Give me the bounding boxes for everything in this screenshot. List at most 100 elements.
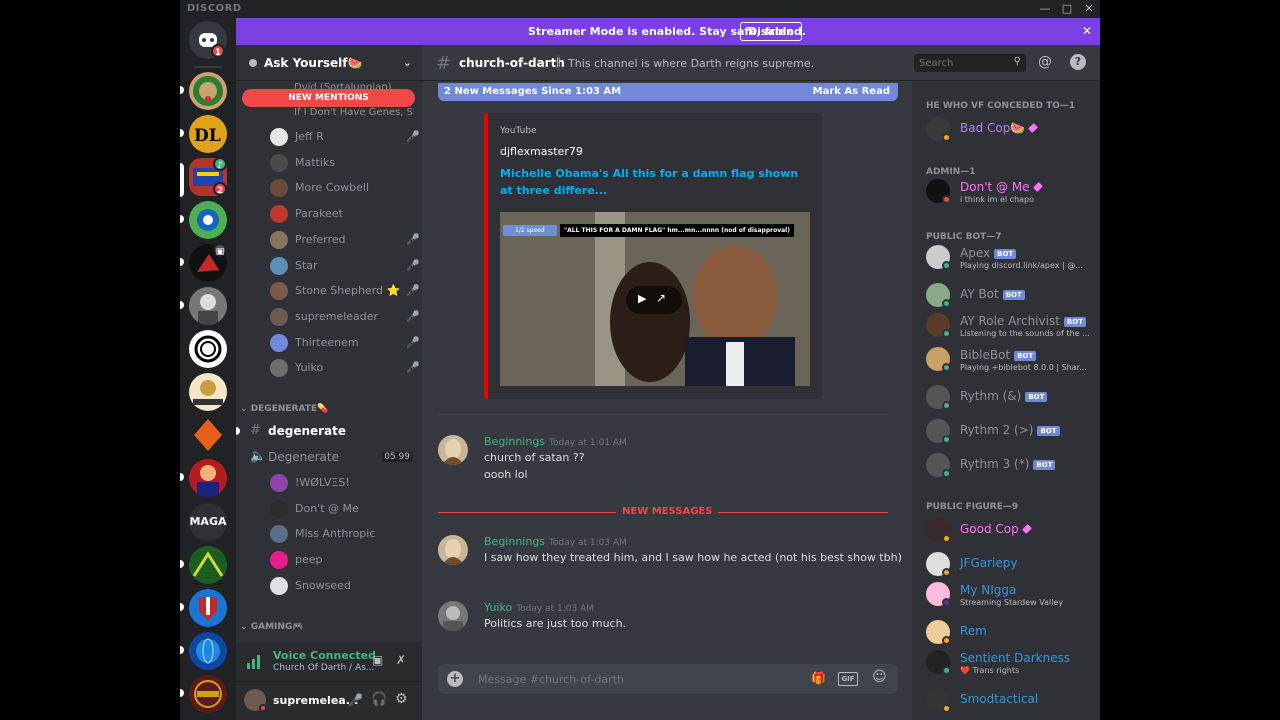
member-activity: ❤️ Trans rights	[960, 666, 1020, 675]
member-item[interactable]: Smodtactical	[926, 686, 1096, 718]
voice-user[interactable]: Yuiko 🎤	[270, 357, 420, 379]
avatar	[270, 256, 288, 275]
unread-pill	[180, 258, 184, 266]
member-item[interactable]: My NIgga Streaming Stardew Valley	[926, 580, 1096, 612]
screen-share-icon[interactable]: ▣	[372, 653, 383, 667]
play-controls[interactable]: ▶ ↗	[626, 286, 682, 314]
gif-button[interactable]: GIF	[838, 672, 858, 686]
search-box[interactable]: ⚲	[914, 54, 1026, 72]
voice-user[interactable]: Don't @ Me	[270, 498, 420, 520]
headphones-icon[interactable]: 🎧	[371, 692, 387, 707]
help-icon[interactable]: ?	[1070, 54, 1086, 70]
disable-button[interactable]: Disable	[740, 22, 802, 41]
server-dl[interactable]: DL	[189, 115, 227, 153]
emoji-icon[interactable]: ☺	[872, 669, 887, 685]
maximize-icon[interactable]: □	[1056, 0, 1078, 18]
member-item[interactable]: Good Cop	[926, 516, 1096, 548]
member-item[interactable]: AY Role Archivist BOT Listening to the sou…	[926, 311, 1096, 343]
voice-user[interactable]: Miss Anthropic	[270, 523, 420, 545]
server-c-logo[interactable]	[189, 330, 227, 368]
channel-topic[interactable]: This channel is where Darth reigns supre…	[568, 57, 814, 70]
member-item[interactable]: JFGariepy	[926, 550, 1096, 582]
server-shield[interactable]	[189, 589, 227, 627]
chevron-down-icon[interactable]: ⌄	[403, 56, 412, 69]
server-trump[interactable]	[189, 459, 227, 497]
mark-as-read-button[interactable]: Mark As Read	[813, 86, 890, 97]
play-icon[interactable]: ▶	[638, 292, 646, 305]
open-external-icon[interactable]: ↗	[656, 291, 666, 305]
close-banner-icon[interactable]: ✕	[1082, 24, 1092, 38]
signal-strength-icon[interactable]	[246, 652, 264, 670]
channel-label: Degenerate	[268, 450, 339, 464]
mute-mic-icon[interactable]: 🎤	[348, 693, 363, 707]
voice-user[interactable]: Mattiks	[270, 152, 420, 174]
voice-user[interactable]: Star 🎤	[270, 255, 420, 277]
server-spinevi[interactable]	[189, 373, 227, 411]
category-gaming[interactable]: ⌄ GAMING🎮	[240, 622, 303, 632]
member-item[interactable]: Rem	[926, 618, 1096, 650]
voice-user[interactable]: More Cowbell	[270, 177, 420, 199]
nitro-boost-icon	[1028, 123, 1039, 133]
voice-status[interactable]: Voice Connected	[273, 649, 376, 662]
new-messages-bar[interactable]: 2 New Messages Since 1:03 AM Mark As Rea…	[438, 83, 898, 101]
member-name: Smodtactical	[960, 692, 1038, 706]
embed-title-link[interactable]: Michelle Obama's All this for a damn fla…	[500, 165, 810, 199]
username[interactable]: supremelea...	[273, 694, 358, 707]
minimize-icon[interactable]: —	[1034, 0, 1056, 18]
voice-user[interactable]: Snowseed	[270, 575, 420, 597]
message-input[interactable]	[478, 670, 798, 688]
member-item[interactable]: Sentient Darkness ❤️ Trans rights	[926, 648, 1096, 680]
voice-user[interactable]: Stone Shepherd ⭐ 🎤	[270, 280, 420, 302]
server-crest[interactable]	[189, 201, 227, 239]
voice-user[interactable]: supremeleader 🎤	[270, 306, 420, 328]
member-item[interactable]: Bad Cop🍉	[926, 115, 1096, 147]
message-author[interactable]: Beginnings	[484, 535, 545, 548]
new-mentions-pill[interactable]: NEW MENTIONS	[242, 89, 415, 107]
member-item[interactable]: Rythm 3 (*) BOT	[926, 451, 1096, 483]
portrait-icon	[198, 294, 218, 325]
disconnect-icon[interactable]: ✗	[396, 653, 406, 667]
message-author[interactable]: Yuiko	[484, 601, 512, 614]
guild-header[interactable]: Ask Yourself🍉 ⌄	[236, 45, 422, 81]
voice-user[interactable]: Preferred 🎤	[270, 229, 420, 251]
mentions-icon[interactable]: @	[1038, 54, 1052, 70]
voice-user[interactable]: Jeff R 🎤	[270, 126, 420, 148]
member-item[interactable]: Apex BOT Playing discord.link/apex | @...	[926, 243, 1096, 275]
embed-provider[interactable]: YouTube	[500, 126, 537, 136]
message-author[interactable]: Beginnings	[484, 435, 545, 448]
server-green[interactable]	[189, 546, 227, 584]
member-item[interactable]: AY Bot BOT	[926, 281, 1096, 313]
voice-location[interactable]: Church Of Darth / As...	[273, 663, 374, 673]
server-globe[interactable]	[189, 632, 227, 670]
server-right[interactable]	[189, 675, 227, 713]
upload-plus-icon[interactable]: +	[447, 671, 463, 687]
settings-gear-icon[interactable]: ⚙	[395, 691, 408, 707]
avatar[interactable]	[438, 435, 468, 465]
search-input[interactable]	[919, 56, 1005, 70]
avatar	[270, 230, 288, 249]
embed-author[interactable]: djflexmaster79	[500, 145, 583, 158]
voice-user[interactable]: peep	[270, 549, 420, 571]
category-degenerate[interactable]: ⌄ DEGENERATE💊	[240, 404, 328, 414]
close-window-icon[interactable]: ✕	[1078, 0, 1100, 18]
voice-user-partial[interactable]: If I Don't Have Genes, St...	[294, 107, 414, 118]
voice-user[interactable]: Thirteenem 🎤	[270, 332, 420, 354]
member-item[interactable]: Rythm (&) BOT	[926, 383, 1096, 415]
avatar[interactable]	[438, 535, 468, 565]
nitro-boost-icon	[1032, 182, 1043, 192]
video-thumbnail[interactable]: 1/2 speed "ALL THIS FOR A DAMN FLAG" hm.…	[500, 212, 810, 386]
gift-icon[interactable]: 🎁	[811, 671, 826, 685]
voice-user[interactable]: !WØLVΞS!	[270, 472, 420, 494]
discord-window: DISCORD — □ ✕ 1 DL ♪ 2 ▣ MAGA Streamer M…	[180, 0, 1100, 720]
member-item[interactable]: BibleBot BOT Playing +biblebot 8.0.0 | Sha…	[926, 345, 1096, 377]
member-item[interactable]: Don't @ Me i think im el chapo	[926, 177, 1096, 209]
avatar[interactable]	[438, 601, 468, 631]
channel-degenerate-text[interactable]: # degenerate	[236, 420, 416, 442]
server-portrait[interactable]	[189, 287, 227, 325]
voice-user[interactable]: Parakeet	[270, 203, 420, 225]
server-maga[interactable]: MAGA	[189, 503, 227, 541]
member-item[interactable]: Rythm 2 (>) BOT	[926, 417, 1096, 449]
server-christmas[interactable]	[189, 72, 227, 110]
channel-degenerate-voice[interactable]: 🔈 Degenerate 05 99	[246, 446, 416, 468]
server-diamond[interactable]	[189, 416, 227, 454]
